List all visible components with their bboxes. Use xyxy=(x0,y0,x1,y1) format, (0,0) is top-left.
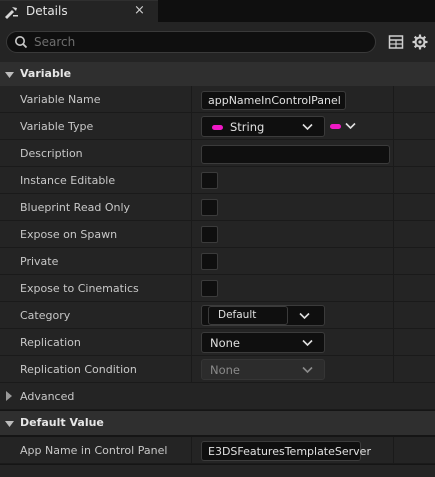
column-divider xyxy=(393,167,394,193)
table-view-icon[interactable] xyxy=(388,34,404,50)
search-icon xyxy=(15,36,28,49)
column-divider xyxy=(191,302,192,328)
chevron-down-icon xyxy=(302,366,313,374)
row-description: Description xyxy=(0,140,435,167)
column-divider xyxy=(191,167,192,193)
default-value-field[interactable]: E3DSFeaturesTemplateServer xyxy=(201,441,371,461)
advanced-label: Advanced xyxy=(20,390,75,403)
details-toolbar xyxy=(0,22,435,62)
variable-type-dropdown[interactable]: String xyxy=(201,116,325,137)
column-divider xyxy=(191,356,192,382)
advanced-expander[interactable]: Advanced xyxy=(0,383,435,410)
section-label: Variable xyxy=(20,67,72,80)
category-input[interactable]: Default xyxy=(208,306,288,325)
column-divider xyxy=(191,248,192,274)
row-expose-on-spawn: Expose on Spawn xyxy=(0,221,435,248)
column-divider xyxy=(393,329,394,355)
search-box[interactable] xyxy=(6,31,376,53)
property-label: Replication xyxy=(20,336,81,349)
column-divider xyxy=(191,437,192,463)
chevron-down-icon xyxy=(299,312,310,320)
replication-condition-dropdown[interactable]: None xyxy=(201,359,325,380)
container-type-dropdown[interactable] xyxy=(330,120,360,134)
property-label: Replication Condition xyxy=(20,363,137,376)
details-icon xyxy=(5,7,18,19)
property-label: App Name in Control Panel xyxy=(20,444,168,457)
blueprint-read-only-checkbox[interactable] xyxy=(201,199,218,216)
expose-on-spawn-checkbox[interactable] xyxy=(201,226,218,243)
column-divider xyxy=(393,437,394,463)
replication-condition-value: None xyxy=(210,363,241,377)
row-variable-type: Variable Type String xyxy=(0,113,435,140)
replication-dropdown[interactable]: None xyxy=(201,332,325,353)
chevron-right-icon xyxy=(6,391,12,401)
property-label: Instance Editable xyxy=(20,174,116,187)
type-pin-icon xyxy=(212,125,223,130)
column-divider xyxy=(393,113,394,139)
row-variable-name: Variable Name appNameInControlPanel xyxy=(0,86,435,113)
property-label: Category xyxy=(20,309,71,322)
chevron-down-icon xyxy=(5,72,14,78)
column-divider xyxy=(191,86,192,112)
instance-editable-checkbox[interactable] xyxy=(201,172,218,189)
chevron-down-icon xyxy=(5,421,14,427)
property-label: Private xyxy=(20,255,59,268)
column-divider xyxy=(393,140,394,166)
search-input[interactable] xyxy=(34,33,364,51)
property-label: Description xyxy=(20,147,83,160)
tab-details[interactable]: Details × xyxy=(0,0,158,22)
section-default-value[interactable]: Default Value xyxy=(0,411,435,435)
property-label: Expose on Spawn xyxy=(20,228,118,241)
tab-title: Details xyxy=(26,4,68,18)
section-variable[interactable]: Variable xyxy=(0,62,435,86)
container-pin-icon xyxy=(330,124,341,129)
column-divider xyxy=(191,194,192,220)
category-value: Default xyxy=(218,309,257,321)
category-dropdown[interactable]: Default xyxy=(201,305,325,326)
row-replication: Replication None xyxy=(0,329,435,356)
chevron-down-icon xyxy=(302,123,313,131)
property-label: Blueprint Read Only xyxy=(20,201,131,214)
row-replication-condition: Replication Condition None xyxy=(0,356,435,383)
close-icon[interactable]: × xyxy=(134,3,145,18)
row-default-value: App Name in Control Panel E3DSFeaturesTe… xyxy=(0,437,435,464)
chevron-down-icon xyxy=(302,339,313,347)
panel-background xyxy=(0,465,435,477)
description-field[interactable] xyxy=(201,145,390,164)
column-divider xyxy=(191,113,192,139)
private-checkbox[interactable] xyxy=(201,253,218,270)
column-divider xyxy=(191,329,192,355)
expose-to-cinematics-checkbox[interactable] xyxy=(201,280,218,297)
column-divider xyxy=(191,140,192,166)
tab-bar: Details × xyxy=(0,0,435,22)
column-divider xyxy=(393,248,394,274)
column-divider xyxy=(393,275,394,301)
replication-value: None xyxy=(210,336,241,350)
chevron-down-icon xyxy=(345,122,356,130)
column-divider xyxy=(393,86,394,112)
column-divider xyxy=(393,221,394,247)
row-instance-editable: Instance Editable xyxy=(0,167,435,194)
column-divider xyxy=(191,221,192,247)
row-blueprint-read-only: Blueprint Read Only xyxy=(0,194,435,221)
gear-icon[interactable] xyxy=(412,34,428,50)
column-divider xyxy=(393,356,394,382)
section-label: Default Value xyxy=(20,416,104,429)
column-divider xyxy=(393,194,394,220)
variable-type-value: String xyxy=(230,120,265,134)
row-category: Category Default xyxy=(0,302,435,329)
property-label: Variable Type xyxy=(20,120,94,133)
column-divider xyxy=(191,275,192,301)
row-private: Private xyxy=(0,248,435,275)
row-expose-to-cinematics: Expose to Cinematics xyxy=(0,275,435,302)
property-label: Variable Name xyxy=(20,93,101,106)
property-label: Expose to Cinematics xyxy=(20,282,139,295)
column-divider xyxy=(393,302,394,328)
variable-name-field[interactable]: appNameInControlPanel xyxy=(201,91,346,110)
